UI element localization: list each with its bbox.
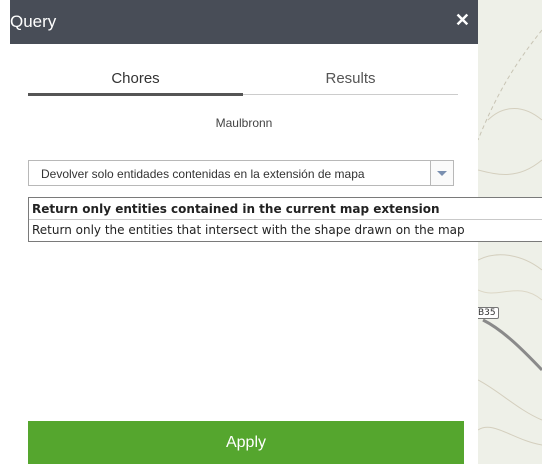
select-value: Devolver solo entidades contenidas en la… bbox=[41, 167, 365, 181]
tab-bar: Chores Results bbox=[28, 70, 458, 96]
panel-titlebar: Query ✕ bbox=[10, 0, 478, 44]
active-tab-indicator bbox=[28, 93, 243, 96]
panel-title: Query bbox=[10, 12, 57, 31]
road-label-badge: B35 bbox=[475, 307, 499, 319]
source-layer-label: Maulbronn bbox=[215, 116, 273, 130]
chevron-down-icon bbox=[437, 171, 447, 176]
apply-button[interactable]: Apply bbox=[28, 421, 464, 464]
tab-results[interactable]: Results bbox=[243, 70, 458, 87]
close-icon[interactable]: ✕ bbox=[455, 10, 470, 31]
dropdown-option-drawn-shape[interactable]: Return only the entities that intersect … bbox=[29, 220, 542, 240]
dropdown-options-list: Return only entities contained in the cu… bbox=[28, 197, 542, 242]
dropdown-arrow-button[interactable] bbox=[430, 161, 453, 185]
tab-chores[interactable]: Chores bbox=[28, 70, 243, 87]
dropdown-option-map-extent[interactable]: Return only entities contained in the cu… bbox=[29, 199, 542, 220]
spatial-filter-select[interactable]: Devolver solo entidades contenidas en la… bbox=[28, 160, 454, 186]
